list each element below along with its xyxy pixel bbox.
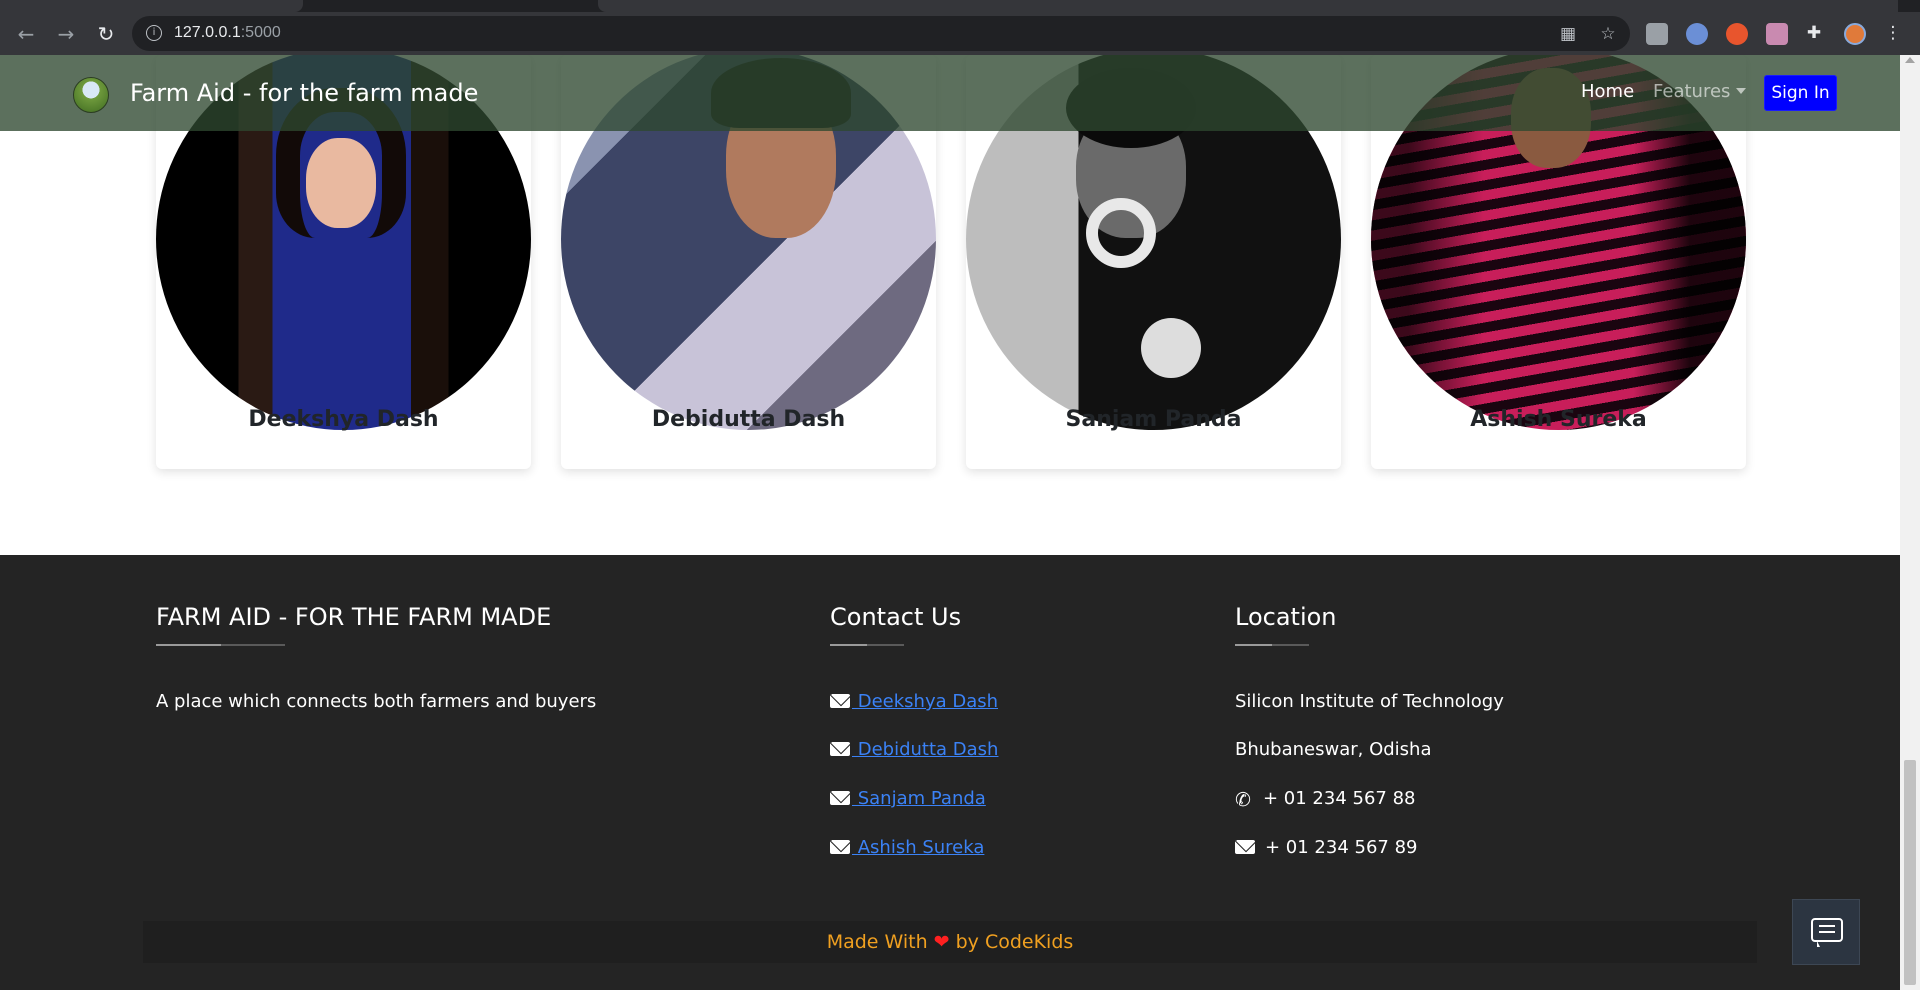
chevron-down-icon — [1736, 88, 1747, 94]
footer-about-heading: FARM AID - FOR THE FARM MADE — [156, 603, 552, 631]
chat-button[interactable] — [1792, 899, 1860, 965]
nav-home-link[interactable]: Home — [1581, 81, 1634, 102]
contact-link-sanjam[interactable]: Sanjam Panda — [852, 788, 986, 809]
phone-icon: ✆ — [1235, 789, 1251, 811]
tab-strip — [0, 0, 1920, 12]
location-line1: Silicon Institute of Technology — [1235, 691, 1504, 712]
footer-contact-divider — [830, 644, 904, 646]
footer-contact-heading: Contact Us — [830, 603, 962, 631]
navbar: Farm Aid - for the farm made Home Featur… — [0, 55, 1900, 131]
footer-location-heading: Location — [1235, 603, 1337, 631]
back-button[interactable]: ← — [12, 20, 40, 48]
team-member-name: Ashish Sureka — [1470, 407, 1647, 432]
tab-strip-background — [598, 0, 1898, 12]
made-with-text: Made With ❤ by CodeKids — [143, 931, 1757, 953]
heart-icon: ❤ — [933, 931, 950, 953]
info-icon[interactable]: i — [146, 25, 162, 41]
page-scrollbar[interactable] — [1900, 55, 1920, 990]
scrollbar-thumb[interactable] — [1904, 760, 1916, 985]
envelope-icon — [830, 742, 850, 756]
extension-4-icon[interactable] — [1766, 23, 1788, 45]
brand-logo[interactable] — [73, 77, 109, 113]
fax-number: + 01 234 567 89 — [1265, 837, 1418, 858]
qr-code-icon[interactable]: ▦ — [1558, 24, 1578, 44]
address-bar[interactable]: i 127.0.0.1:5000 ▦ ☆ — [132, 16, 1630, 51]
forward-button[interactable]: → — [52, 20, 80, 48]
url-text[interactable]: 127.0.0.1:5000 — [174, 24, 281, 42]
chat-bubble-tail — [1817, 941, 1820, 947]
made-with-suffix: by CodeKids — [955, 931, 1074, 953]
footer-location-divider — [1235, 644, 1309, 646]
team-member-name: Debidutta Dash — [651, 407, 846, 432]
nav-features-dropdown[interactable]: Features — [1653, 81, 1747, 102]
profile-avatar[interactable] — [1844, 23, 1866, 45]
contact-link-deekshya[interactable]: Deekshya Dash — [852, 691, 998, 712]
envelope-icon — [1235, 840, 1255, 854]
chat-bubble-icon — [1811, 918, 1843, 942]
extension-2-icon[interactable] — [1686, 23, 1708, 45]
menu-kebab-icon[interactable]: ⋮ — [1883, 23, 1903, 43]
contact-link-debidutta[interactable]: Debidutta Dash — [852, 739, 999, 760]
location-fax: + 01 234 567 89 — [1235, 837, 1418, 858]
contact-item: Sanjam Panda — [830, 788, 986, 809]
extension-1-icon[interactable] — [1646, 23, 1668, 45]
bookmark-star-icon[interactable]: ☆ — [1598, 24, 1618, 44]
browser-toolbar: ← → ↻ i 127.0.0.1:5000 ▦ ☆ ✚ ⋮ — [0, 12, 1920, 55]
envelope-icon — [830, 694, 850, 708]
browser-chrome: ← → ↻ i 127.0.0.1:5000 ▦ ☆ ✚ ⋮ — [0, 0, 1920, 55]
extensions-puzzle-icon[interactable]: ✚ — [1804, 23, 1824, 43]
envelope-icon — [830, 791, 850, 805]
contact-item: Ashish Sureka — [830, 837, 984, 858]
footer-about-text: A place which connects both farmers and … — [156, 691, 597, 712]
sign-in-button[interactable]: Sign In — [1764, 75, 1837, 111]
page-viewport: Deekshya Dash Debidutta Dash Sanjam Pand… — [0, 55, 1900, 990]
active-tab[interactable] — [0, 0, 303, 12]
location-line2: Bhubaneswar, Odisha — [1235, 739, 1432, 760]
location-phone: ✆ + 01 234 567 88 — [1235, 788, 1416, 810]
extension-3-icon[interactable] — [1726, 23, 1748, 45]
contact-item: Deekshya Dash — [830, 691, 998, 712]
reload-button[interactable]: ↻ — [92, 20, 120, 48]
contact-item: Debidutta Dash — [830, 739, 998, 760]
envelope-icon — [830, 840, 850, 854]
made-with-prefix: Made With — [826, 931, 928, 953]
team-member-name: Sanjam Panda — [1065, 407, 1242, 432]
team-member-name: Deekshya Dash — [248, 407, 439, 432]
brand-title[interactable]: Farm Aid - for the farm made — [130, 79, 478, 107]
made-with-bar: Made With ❤ by CodeKids — [143, 921, 1757, 963]
phone-number: + 01 234 567 88 — [1263, 788, 1416, 809]
nav-features-label: Features — [1653, 81, 1731, 102]
contact-link-ashish[interactable]: Ashish Sureka — [852, 837, 985, 858]
footer-about-divider — [156, 644, 285, 646]
footer: FARM AID - FOR THE FARM MADE A place whi… — [0, 555, 1900, 990]
scroll-up-arrow-icon[interactable] — [1905, 57, 1915, 63]
